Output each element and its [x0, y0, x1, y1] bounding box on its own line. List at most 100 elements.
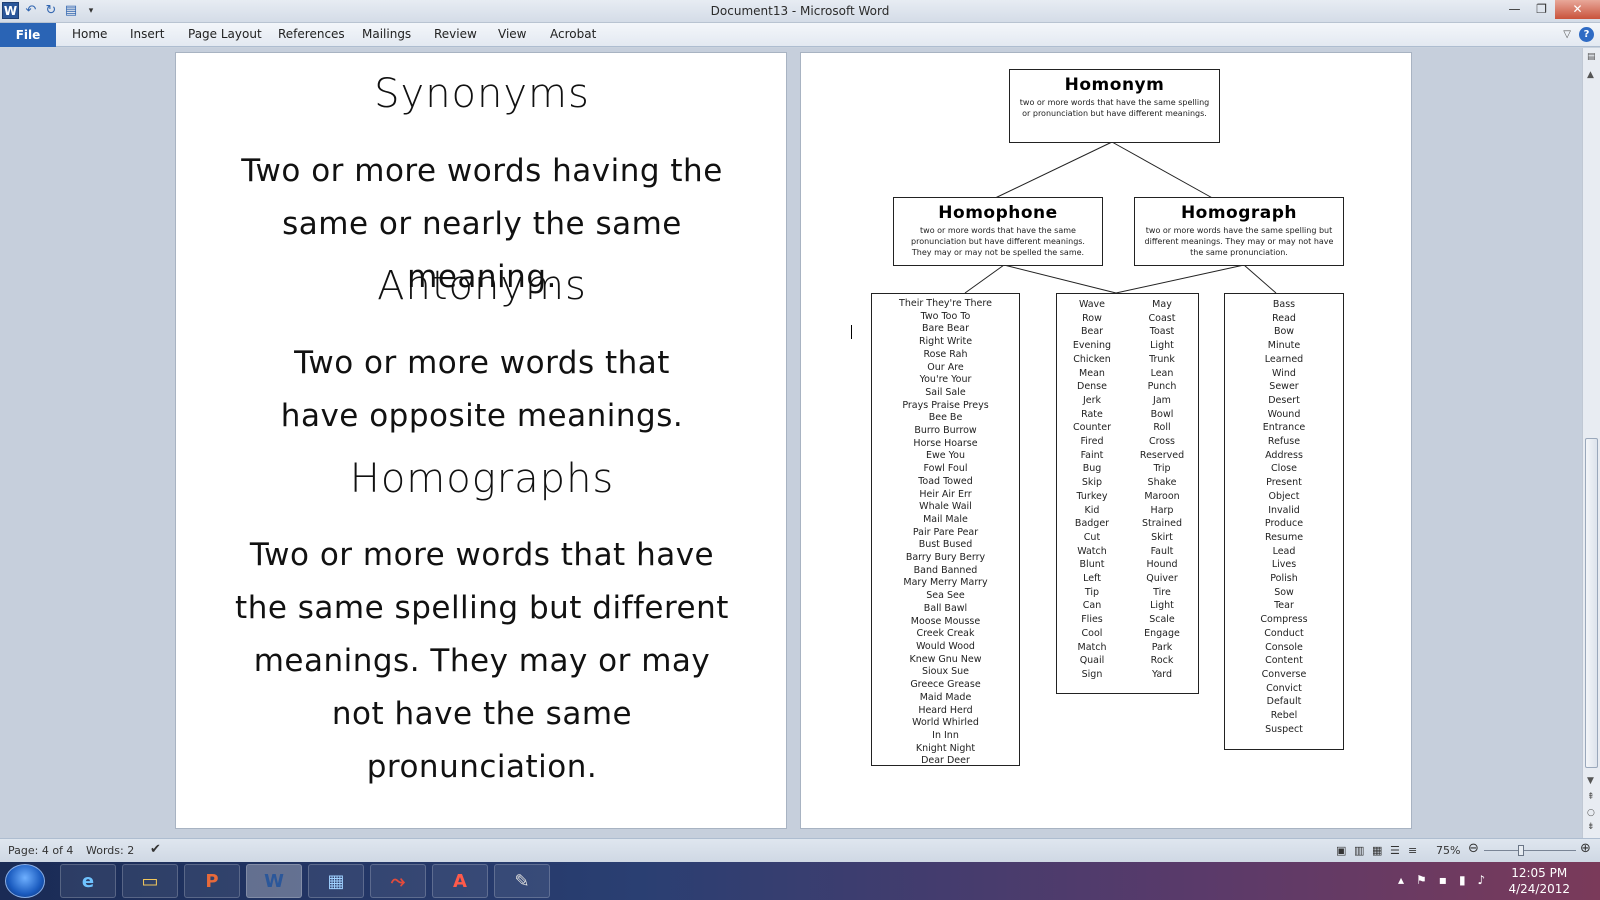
- homograph-word: Close: [1271, 463, 1297, 475]
- homophone-word: Ewe You: [925, 450, 965, 462]
- tab-page-layout[interactable]: Page Layout: [188, 27, 262, 41]
- middle-word-right: Light: [1150, 600, 1174, 612]
- window-controls: — ❐ ✕: [1501, 0, 1600, 19]
- homophone-word: Pair Pare Pear: [912, 526, 979, 538]
- middle-word-left: Counter: [1073, 422, 1111, 434]
- minimize-ribbon-icon[interactable]: ▽: [1563, 29, 1571, 40]
- middle-word-left: Cool: [1081, 627, 1103, 639]
- previous-page-icon[interactable]: ⇞: [1587, 792, 1595, 802]
- document-area[interactable]: Synonyms Two or more words having the sa…: [0, 48, 1582, 838]
- antonyms-heading: Antonyms: [377, 263, 587, 309]
- help-icon[interactable]: ?: [1579, 27, 1594, 42]
- zoom-slider[interactable]: [1484, 850, 1576, 851]
- draft-icon[interactable]: ≡: [1408, 844, 1417, 857]
- page-left[interactable]: Synonyms Two or more words having the sa…: [175, 52, 787, 829]
- homograph-word-list: Bass Read Bow Minute Learned Wind Sewer Desert W…: [1224, 293, 1344, 750]
- homograph-box: Homograph two or more words have the sam…: [1134, 197, 1344, 266]
- outline-icon[interactable]: ☰: [1390, 844, 1400, 857]
- next-page-icon[interactable]: ⇟: [1587, 822, 1595, 832]
- action-center-flag-icon[interactable]: ⚑: [1416, 873, 1427, 887]
- tab-home[interactable]: Home: [72, 27, 107, 41]
- volume-icon[interactable]: ♪: [1478, 873, 1486, 887]
- homophone-word: Whale Wail: [919, 501, 972, 513]
- window-title: Document13 - Microsoft Word: [710, 4, 890, 18]
- tab-view[interactable]: View: [498, 27, 526, 41]
- show-hidden-icons[interactable]: ▴: [1398, 873, 1404, 887]
- homophone-word: Knight Night: [915, 742, 976, 754]
- middle-word-left: Left: [1083, 573, 1101, 585]
- title-bar: W ↶ ↻ ▤ ▾ Document13 - Microsoft Word — …: [0, 0, 1600, 23]
- zoom-slider-knob[interactable]: [1518, 845, 1524, 856]
- homograph-word: Tear: [1274, 600, 1294, 612]
- ruler-toggle-icon[interactable]: ▤: [1587, 52, 1596, 62]
- homophone-word: Their They're There: [899, 298, 992, 309]
- scroll-down-icon[interactable]: ▼: [1587, 776, 1594, 786]
- word-count[interactable]: Words: 2: [86, 844, 134, 857]
- restore-button[interactable]: ❐: [1528, 0, 1555, 19]
- proofing-icon[interactable]: ✔: [150, 842, 161, 857]
- network-signal-icon[interactable]: ▮: [1459, 873, 1466, 887]
- homograph-word: Wound: [1267, 408, 1301, 420]
- tab-insert[interactable]: Insert: [130, 27, 164, 41]
- clock[interactable]: 12:05 PM 4/24/2012: [1508, 865, 1570, 897]
- full-screen-reading-icon[interactable]: ▥: [1354, 844, 1364, 857]
- tab-review[interactable]: Review: [434, 27, 477, 41]
- tab-mailings[interactable]: Mailings: [362, 27, 411, 41]
- tab-acrobat[interactable]: Acrobat: [550, 27, 596, 41]
- print-layout-icon[interactable]: ▣: [1336, 844, 1346, 857]
- homograph-word: Object: [1268, 490, 1300, 502]
- middle-word-right: Jam: [1153, 394, 1171, 406]
- internet-explorer-icon[interactable]: e: [60, 864, 116, 898]
- tab-file[interactable]: File: [0, 23, 56, 47]
- adobe-acrobat-icon[interactable]: A: [432, 864, 488, 898]
- powerpoint-icon[interactable]: P: [184, 864, 240, 898]
- middle-word-right: Harp: [1150, 504, 1174, 516]
- middle-word-right: Skirt: [1151, 531, 1173, 543]
- middle-word-right: Trunk: [1149, 353, 1175, 365]
- scroll-up-icon[interactable]: ▲: [1587, 70, 1594, 80]
- middle-word-right: Yard: [1151, 668, 1173, 680]
- homophone-word: Sail Sale: [925, 386, 966, 398]
- middle-word-right: Bowl: [1150, 408, 1174, 420]
- browse-object-icon[interactable]: ○: [1587, 808, 1595, 818]
- homograph-word: Suspect: [1265, 723, 1303, 735]
- control-panel-icon[interactable]: ▦: [308, 864, 364, 898]
- homophone-word: Horse Hoarse: [913, 437, 978, 449]
- page-right[interactable]: Homonym two or more words that have the …: [800, 52, 1412, 829]
- middle-word-left: Watch: [1077, 545, 1107, 557]
- acrobat-reader-icon[interactable]: ⤳: [370, 864, 426, 898]
- middle-word-right: Maroon: [1144, 490, 1180, 502]
- page-count[interactable]: Page: 4 of 4: [8, 844, 73, 857]
- homophone-description: two or more words that have the same pro…: [911, 226, 1085, 257]
- homophone-word: Heard Herd: [918, 704, 973, 716]
- tab-references[interactable]: References: [278, 27, 345, 41]
- middle-word-left: Quail: [1079, 655, 1105, 667]
- homograph-word: Console: [1265, 641, 1303, 653]
- close-button[interactable]: ✕: [1555, 0, 1600, 19]
- middle-word-right: Roll: [1153, 422, 1171, 434]
- vertical-scrollbar[interactable]: ▤ ▲ ▼ ⇞ ○ ⇟: [1582, 48, 1600, 838]
- zoom-in-icon[interactable]: ⊕: [1580, 841, 1591, 856]
- homophone-box: Homophone two or more words that have th…: [893, 197, 1103, 266]
- scroll-thumb[interactable]: [1585, 438, 1598, 768]
- clock-date: 4/24/2012: [1508, 882, 1570, 896]
- web-layout-icon[interactable]: ▦: [1372, 844, 1382, 857]
- text-cursor: [851, 325, 852, 339]
- word-taskbar-icon[interactable]: W: [246, 864, 302, 898]
- homograph-word: Resume: [1264, 531, 1304, 543]
- file-explorer-icon[interactable]: ▭: [122, 864, 178, 898]
- middle-word-left: Evening: [1072, 340, 1112, 352]
- minimize-button[interactable]: —: [1501, 0, 1528, 19]
- homograph-word: Present: [1266, 477, 1302, 489]
- start-button[interactable]: [5, 864, 45, 898]
- homograph-word: Minute: [1267, 340, 1301, 352]
- middle-word-right: Fault: [1150, 545, 1174, 557]
- zoom-level[interactable]: 75%: [1436, 844, 1460, 857]
- middle-word-left: Cut: [1083, 531, 1101, 543]
- middle-word-left: Kid: [1084, 504, 1100, 516]
- zoom-out-icon[interactable]: ⊖: [1468, 841, 1479, 856]
- middle-word-left: Can: [1082, 600, 1102, 612]
- homophone-word: Bare Bear: [922, 323, 969, 335]
- tools-app-icon[interactable]: ✎: [494, 864, 550, 898]
- device-icon[interactable]: ▪: [1439, 873, 1447, 887]
